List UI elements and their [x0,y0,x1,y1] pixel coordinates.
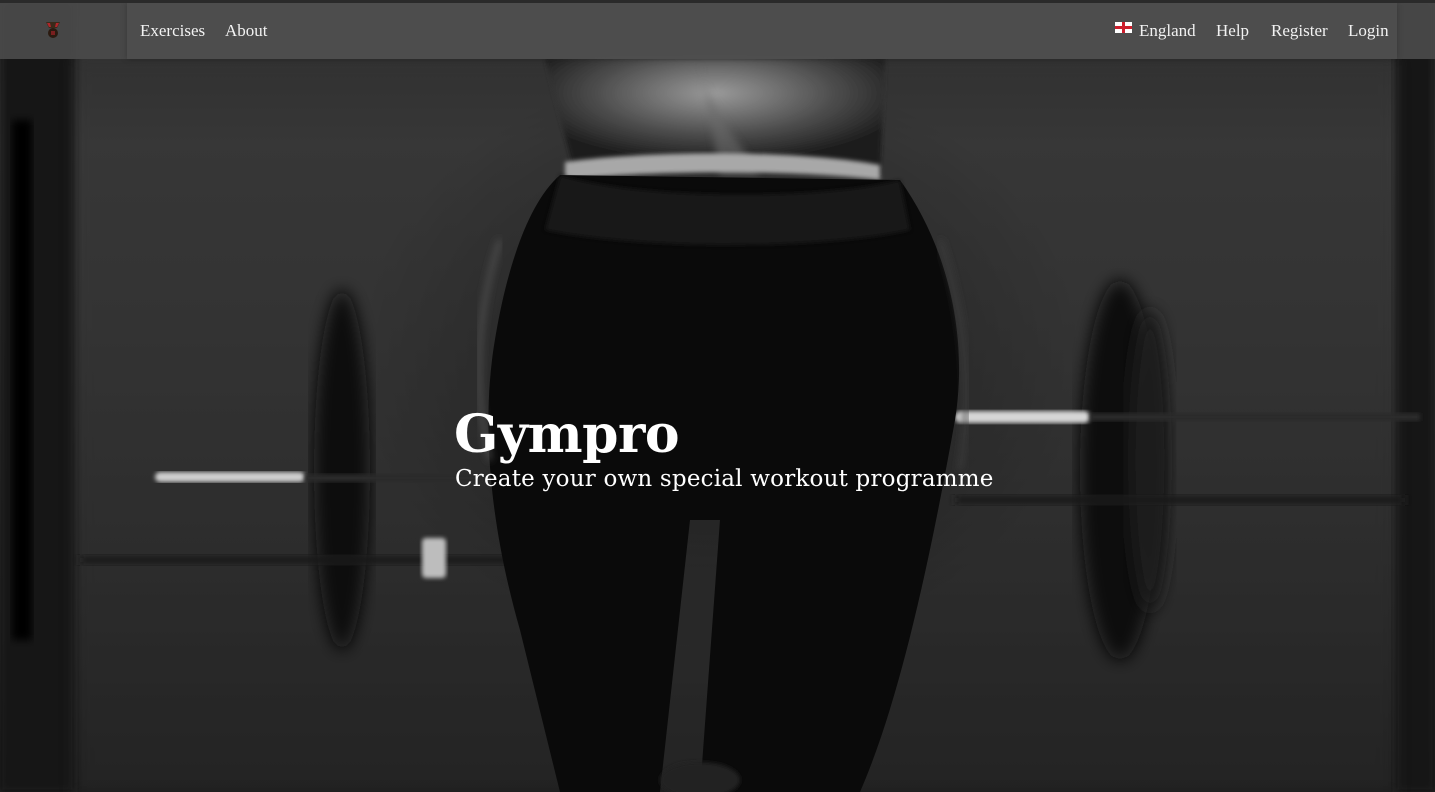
navbar: Exercises About England Help Register Lo… [0,3,1435,59]
nav-link-about[interactable]: About [225,3,268,59]
nav-link-login[interactable]: Login [1348,3,1389,59]
top-border [0,0,1435,3]
hero-subtitle: Create your own special workout programm… [455,466,994,492]
kettlebell-logo-svg [46,22,60,38]
hero-title: Gympro [454,404,680,465]
england-flag-icon [1115,21,1132,33]
country-selector[interactable]: England [1115,3,1196,59]
kettlebell-logo-icon [43,22,63,44]
nav-link-exercises[interactable]: Exercises [140,3,205,59]
hero-background-image [0,0,1435,792]
gym-photo [0,0,1435,792]
navbar-container [127,3,1397,59]
nav-link-register[interactable]: Register [1271,3,1328,59]
brand-logo-link[interactable] [43,20,63,40]
page: Exercises About England Help Register Lo… [0,0,1435,792]
nav-link-help[interactable]: Help [1216,3,1249,59]
country-label: England [1139,21,1196,40]
